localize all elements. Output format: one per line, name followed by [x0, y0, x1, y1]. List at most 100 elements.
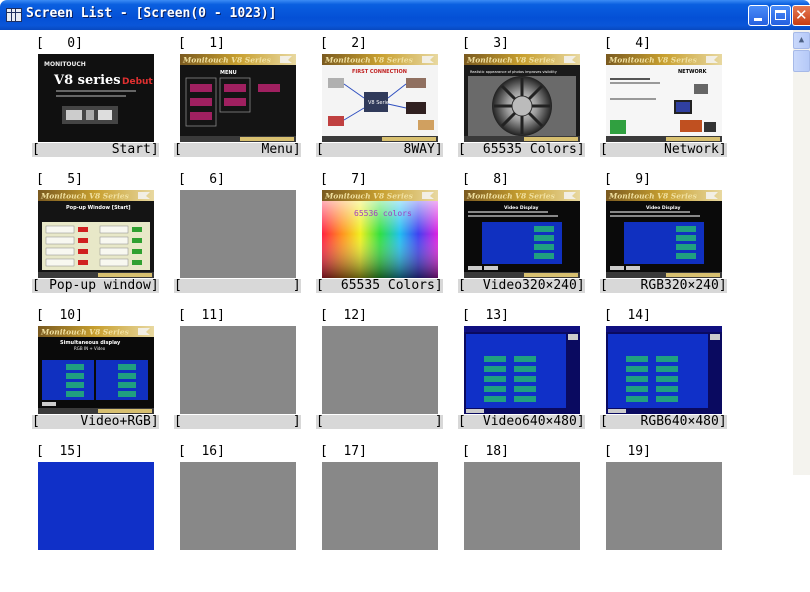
screen-thumbnail[interactable]: Monitouch V8 Series NETWORK	[606, 54, 722, 142]
screen-index: [ 12]	[320, 308, 367, 323]
label-bracket-open: [	[32, 414, 40, 429]
screen-label: Start	[111, 142, 151, 157]
screen-label-bar: [65535 Colors]	[316, 278, 443, 293]
screen-cell[interactable]: [ 18]	[462, 444, 602, 592]
screen-index: [ 19]	[604, 444, 651, 459]
label-bracket-close: ]	[434, 414, 443, 429]
screen-label: Video+RGB	[80, 414, 151, 429]
empty-screen-thumbnail[interactable]	[180, 326, 296, 414]
label-bracket-close: ]	[150, 142, 159, 157]
screen-label-bar: [8WAY]	[316, 142, 443, 157]
empty-screen-thumbnail[interactable]	[322, 326, 438, 414]
screen-thumbnail[interactable]	[38, 462, 154, 550]
empty-screen-thumbnail[interactable]	[464, 462, 580, 550]
screen-cell[interactable]: [ 8] Monitouch V8 Series Video Display [Vid…	[458, 172, 602, 320]
svg-text:Monitouch V8 Series: Monitouch V8 Series	[40, 192, 130, 201]
screen-label: Menu	[261, 142, 293, 157]
screen-index: [ 6]	[178, 172, 225, 187]
label-bracket-close: ]	[150, 278, 159, 293]
screen-cell[interactable]: [ 15]	[36, 444, 176, 592]
screen-cell[interactable]: [ 14] [RGB640×480]	[600, 308, 744, 456]
screen-label-bar: [Video+RGB]	[32, 414, 159, 429]
svg-text:Debut!: Debut!	[122, 77, 154, 87]
svg-text:NETWORK: NETWORK	[678, 69, 708, 75]
screen-index: [ 18]	[462, 444, 509, 459]
svg-text:FIRST CONNECTION: FIRST CONNECTION	[352, 69, 407, 75]
screen-list-icon	[6, 8, 22, 22]
screen-index: [ 4]	[604, 36, 651, 51]
label-bracket-close: ]	[292, 278, 301, 293]
screen-cell[interactable]: [ 16]	[178, 444, 318, 592]
vertical-scrollbar[interactable]: ▲	[793, 30, 810, 475]
title-bar[interactable]: Screen List - [Screen(0 - 1023)] ✕	[0, 0, 810, 30]
screen-cell[interactable]: [ 11] []	[174, 308, 318, 456]
screen-cell[interactable]: [ 3] Monitouch V8 Series Realistic appeara…	[458, 36, 602, 184]
svg-text:Monitouch V8 Series: Monitouch V8 Series	[466, 192, 556, 201]
label-bracket-open: [	[600, 278, 608, 293]
label-bracket-close: ]	[576, 278, 585, 293]
screen-cell[interactable]: [ 17]	[320, 444, 460, 592]
label-bracket-close: ]	[434, 142, 443, 157]
scrollbar-thumb[interactable]	[793, 50, 810, 72]
label-bracket-open: [	[600, 414, 608, 429]
empty-screen-thumbnail[interactable]	[606, 462, 722, 550]
label-bracket-close: ]	[576, 142, 585, 157]
empty-screen-thumbnail[interactable]	[180, 190, 296, 278]
screen-cell[interactable]: [ 12] []	[316, 308, 460, 456]
empty-screen-thumbnail[interactable]	[322, 462, 438, 550]
svg-text:Monitouch V8 Series: Monitouch V8 Series	[324, 192, 414, 201]
svg-text:Video Display: Video Display	[504, 205, 538, 211]
screen-thumbnail[interactable]	[606, 326, 722, 414]
close-icon: ✕	[795, 6, 808, 24]
screen-label: Video640×480	[482, 414, 577, 429]
screen-index: [ 3]	[462, 36, 509, 51]
screen-thumbnail[interactable]: Monitouch V8 Series MENU	[180, 54, 296, 142]
screen-thumbnail[interactable]: MONITOUCH V8 series Debut!	[38, 54, 154, 142]
screen-label-bar: [Video640×480]	[458, 414, 585, 429]
screen-cell[interactable]: [ 13] [Video640×480]	[458, 308, 602, 456]
screen-cell[interactable]: [ 0] MONITOUCH V8 series Debut! [Start]	[32, 36, 176, 184]
svg-text:Monitouch V8 Series: Monitouch V8 Series	[608, 56, 698, 65]
label-bracket-open: [	[600, 142, 608, 157]
svg-text:65536 colors: 65536 colors	[354, 209, 412, 218]
label-bracket-open: [	[316, 414, 324, 429]
screen-thumbnail[interactable]: Monitouch V8 Series Realistic appearance …	[464, 54, 580, 142]
screen-cell[interactable]: [ 1] Monitouch V8 Series MENU [Menu]	[174, 36, 318, 184]
label-bracket-open: [	[316, 278, 324, 293]
label-bracket-close: ]	[718, 278, 727, 293]
screen-thumbnail[interactable]: Monitouch V8 Series Video Display	[464, 190, 580, 278]
screen-thumbnail[interactable]: Monitouch V8 Series 65536 colors	[322, 190, 438, 278]
svg-text:Monitouch V8 Series: Monitouch V8 Series	[466, 56, 556, 65]
svg-text:Monitouch V8 Series: Monitouch V8 Series	[608, 192, 698, 201]
svg-text:RGB IN + Video: RGB IN + Video	[74, 346, 106, 351]
close-button[interactable]: ✕	[792, 5, 810, 26]
screen-label: RGB320×240	[640, 278, 719, 293]
screen-cell[interactable]: [ 2] Monitouch V8 Series FIRST CONNECTION V…	[316, 36, 460, 184]
screen-cell[interactable]: [ 10] Monitouch V8 Series Simultaneous dis…	[32, 308, 176, 456]
screen-index: [ 5]	[36, 172, 83, 187]
empty-screen-thumbnail[interactable]	[180, 462, 296, 550]
screen-thumbnail[interactable]: Monitouch V8 Series Simultaneous display R…	[38, 326, 154, 414]
maximize-button[interactable]	[770, 5, 791, 26]
screen-label-bar: []	[316, 414, 443, 429]
screen-cell[interactable]: [ 5] Monitouch V8 Series Pop-up Window [St…	[32, 172, 176, 320]
screen-index: [ 16]	[178, 444, 225, 459]
label-bracket-open: [	[32, 278, 40, 293]
screen-thumbnail[interactable]: Monitouch V8 Series Video Display	[606, 190, 722, 278]
screen-cell[interactable]: [ 19]	[604, 444, 744, 592]
screen-index: [ 15]	[36, 444, 83, 459]
minimize-button[interactable]	[748, 5, 769, 26]
screen-index: [ 8]	[462, 172, 509, 187]
screen-label-bar: [Network]	[600, 142, 727, 157]
screen-index: [ 0]	[36, 36, 83, 51]
svg-text:Video Display: Video Display	[646, 205, 680, 211]
screen-cell[interactable]: [ 6] []	[174, 172, 318, 320]
screen-cell[interactable]: [ 4] Monitouch V8 Series NETWORK [Network]	[600, 36, 744, 184]
screen-thumbnail[interactable]: Monitouch V8 Series FIRST CONNECTION V8 Se…	[322, 54, 438, 142]
screen-cell[interactable]: [ 9] Monitouch V8 Series Video Display [RGB…	[600, 172, 744, 320]
screen-cell[interactable]: [ 7] Monitouch V8 Series 65536 colors [6553…	[316, 172, 460, 320]
scroll-up-arrow-icon[interactable]: ▲	[793, 32, 810, 49]
screen-thumbnail[interactable]	[464, 326, 580, 414]
screen-thumbnail[interactable]: Monitouch V8 Series Pop-up Window [Start]	[38, 190, 154, 278]
svg-text:Monitouch V8 Series: Monitouch V8 Series	[40, 328, 130, 337]
